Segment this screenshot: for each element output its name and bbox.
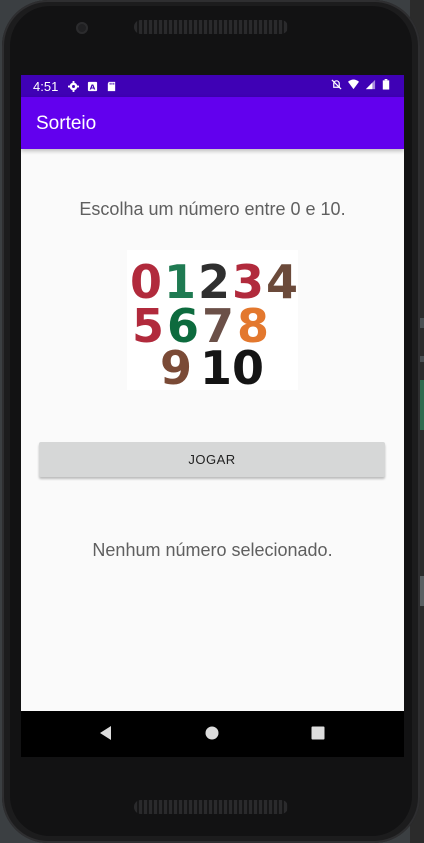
battery-icon: [382, 79, 390, 90]
top-speaker: [134, 20, 288, 34]
status-bar: 4:51 A: [21, 75, 404, 97]
svg-text:A: A: [90, 82, 96, 91]
a-badge-icon: A: [88, 81, 98, 91]
app-title: Sorteio: [36, 113, 97, 134]
sd-card-icon: [108, 81, 116, 91]
recents-icon[interactable]: [311, 725, 325, 741]
digit-9: 9: [160, 341, 192, 390]
home-icon[interactable]: [204, 725, 220, 741]
play-button[interactable]: JOGAR: [39, 442, 385, 477]
wifi-icon: [348, 79, 359, 90]
mute-icon: [331, 79, 342, 90]
prompt-text: Escolha um número entre 0 e 10.: [79, 199, 346, 219]
front-camera: [76, 22, 88, 34]
numbers-image: 0 1 2 3 45 6 7 89 10: [127, 250, 298, 390]
result-text: Nenhum número selecionado.: [92, 540, 333, 560]
navigation-bar: [21, 711, 404, 757]
app-bar: Sorteio: [21, 97, 404, 149]
device-screen: 4:51 A Sorteio Escolha um número entre 0…: [21, 75, 404, 757]
signal-icon: [365, 79, 376, 90]
back-icon[interactable]: [98, 725, 112, 741]
status-time: 4:51: [33, 78, 59, 94]
phone-frame: 4:51 A Sorteio Escolha um número entre 0…: [2, 0, 420, 843]
digit-4: 4: [266, 255, 298, 309]
bottom-speaker: [134, 800, 288, 814]
digit-10: 10: [200, 341, 264, 390]
gear-icon: [68, 80, 80, 92]
